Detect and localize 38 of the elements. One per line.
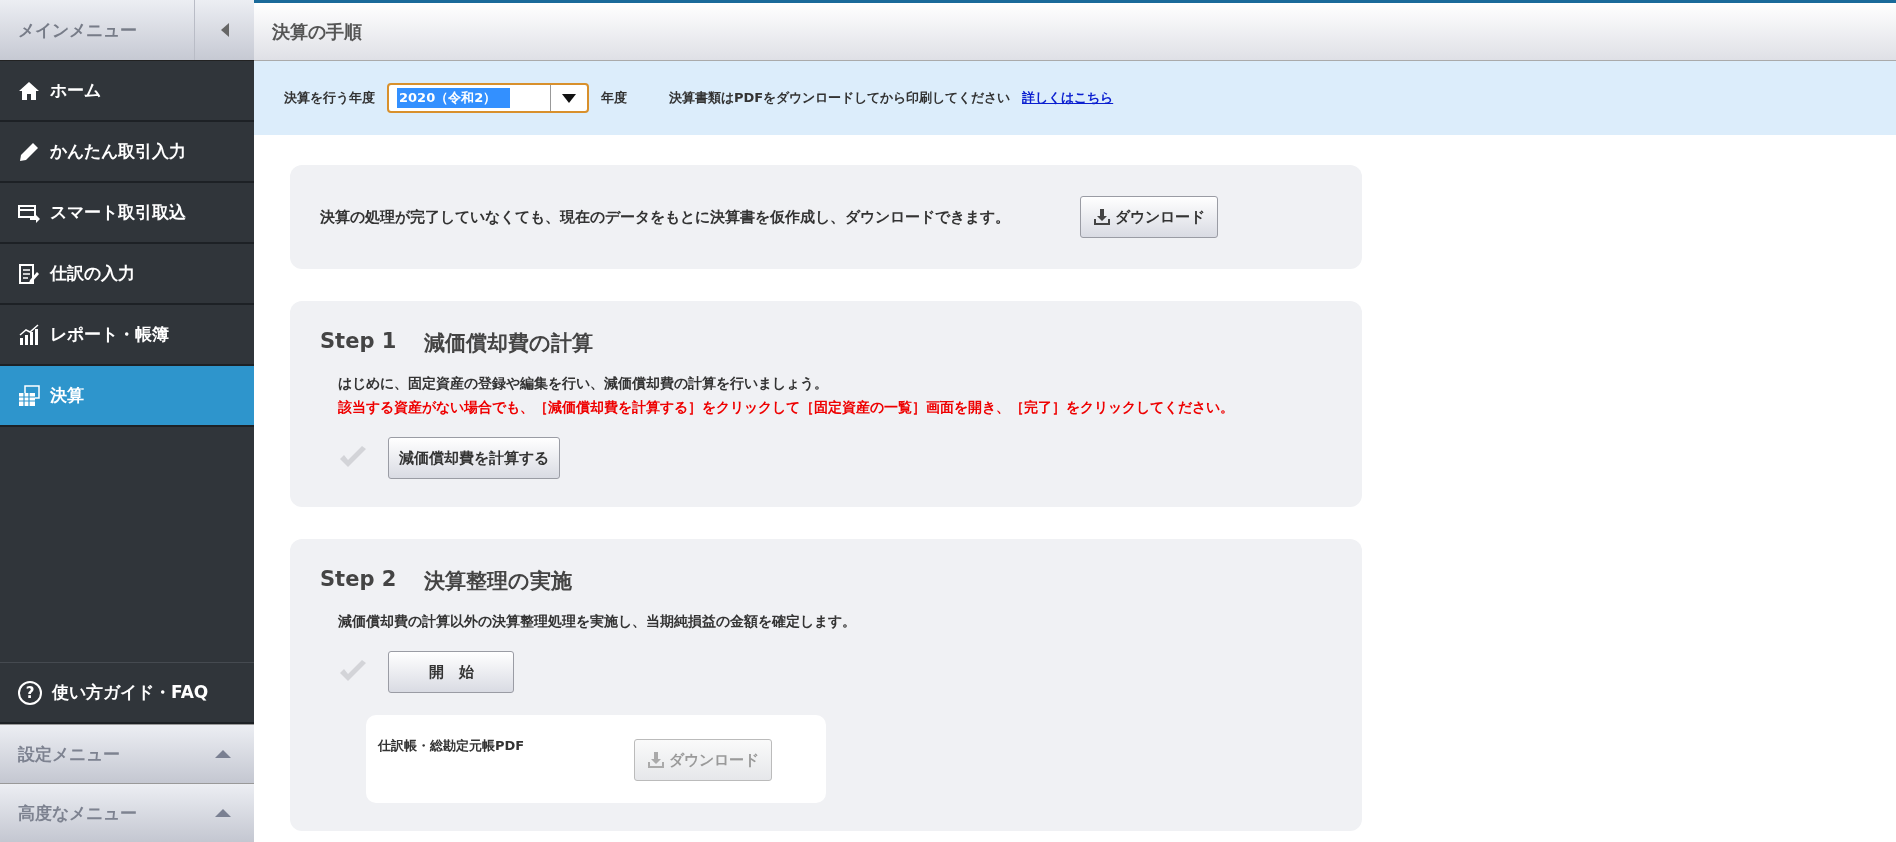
step-title: 決算整理の実施 <box>424 568 573 595</box>
year-label: 決算を行う年度 <box>284 89 375 107</box>
sidebar-title: メインメニュー <box>17 18 138 42</box>
document-pencil-icon <box>18 262 40 285</box>
bar-chart-icon <box>18 323 40 346</box>
step-description: はじめに、固定資産の登録や編集を行い、減価償却費の計算を行いましょう。 <box>337 375 829 393</box>
nav-label: 決算 <box>50 384 84 407</box>
help-link[interactable]: ? 使い方ガイド・FAQ <box>0 662 254 724</box>
section-label: 高度なメニュー <box>18 801 137 825</box>
year-suffix: 年度 <box>601 89 627 107</box>
warning-text: 該当する資産がない場合でも、［減価償却費を計算する］をクリックして［固定資産の一覧］画面を開き、［完了］をクリックしてください。 <box>337 399 1235 417</box>
step-action-button[interactable]: 開 始 <box>388 651 514 693</box>
pencil-icon <box>18 140 40 163</box>
draft-description: 決算の処理が完了していなくても、現在のデータをもとに決算書を仮作成し、ダウンロードできます。 <box>320 207 1010 227</box>
nav-label: レポート・帳簿 <box>50 323 169 346</box>
nav-label: 使い方ガイド・FAQ <box>52 681 209 704</box>
help-icon: ? <box>18 680 42 705</box>
page-title: 決算の手順 <box>272 19 362 44</box>
download-button[interactable]: ダウンロード <box>1080 196 1218 238</box>
document-label: 仕訳帳・総勘定元帳PDF <box>378 737 525 755</box>
dropdown-caret-icon <box>562 93 576 103</box>
pdf-notice: 決算書類はPDFをダウンロードしてから印刷してください <box>669 89 1011 107</box>
download-icon <box>1093 208 1111 226</box>
nav-label: かんたん取引入力 <box>50 140 186 163</box>
spreadsheet-icon <box>18 384 40 407</box>
nav-label: スマート取引取込 <box>50 201 186 224</box>
step-number: Step 1 <box>320 329 397 355</box>
home-icon <box>18 79 40 102</box>
step-number: Step 2 <box>320 567 397 593</box>
download-icon <box>647 751 666 769</box>
step-action-button[interactable]: 減価償却費を計算する <box>388 437 560 479</box>
section-label: 設定メニュー <box>18 742 120 766</box>
nav-label: 仕訳の入力 <box>50 262 135 285</box>
nav-label: ホーム <box>50 79 101 102</box>
details-link[interactable]: 詳しくはこちら <box>1022 89 1114 107</box>
step-title: 減価償却費の計算 <box>424 330 594 357</box>
left-triangle-icon <box>219 22 230 38</box>
step-description: 減価償却費の計算以外の決算整理処理を実施し、当期純損益の金額を確定します。 <box>337 613 857 631</box>
